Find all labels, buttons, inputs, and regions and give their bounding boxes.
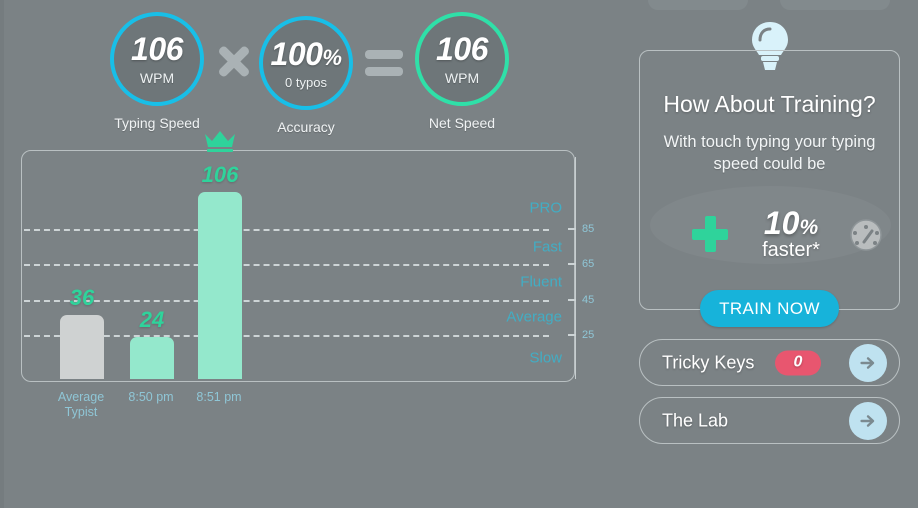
accuracy-typos: 0 typos xyxy=(285,74,327,90)
training-subtitle: With touch typing your typing speed coul… xyxy=(663,133,876,173)
chart-gridline-value: 25 xyxy=(582,328,595,341)
chart-gridline-value: 65 xyxy=(582,258,595,271)
chart-gridline-tick xyxy=(568,298,576,301)
chart-x-label: 8:50 pm xyxy=(128,390,174,404)
chart-gridline-value: 85 xyxy=(582,222,595,235)
net-speed-unit: WPM xyxy=(444,70,480,86)
tricky-keys-link[interactable]: Tricky Keys 0 xyxy=(639,339,900,386)
top-partial-card-left xyxy=(648,0,748,10)
chart-x-label: 8:51 pm xyxy=(196,390,242,404)
chart-plot-area: 85 65 45 25 PRO Fast Fluent Average Slow 36 24 106 xyxy=(22,130,594,381)
chart-bar xyxy=(130,336,174,379)
accuracy-value: 100 xyxy=(270,35,323,72)
chart-bar-value: 106 xyxy=(201,161,239,187)
net-speed-value: 106 xyxy=(436,31,488,67)
accuracy-value-wrap: 100% xyxy=(271,38,342,70)
speedometer-icon xyxy=(845,219,887,251)
boost-label: faster* xyxy=(762,239,820,261)
arrow-right-icon[interactable] xyxy=(849,343,887,382)
chart-vertical-axis xyxy=(575,157,576,379)
chart-bar-value: 36 xyxy=(69,285,95,311)
plus-icon xyxy=(692,216,728,252)
boost-value: 10 xyxy=(763,205,800,241)
chart-bar xyxy=(60,315,104,379)
tricky-keys-badge: 0 xyxy=(775,350,821,375)
training-card: How About Training? With touch typing yo… xyxy=(639,50,900,310)
metric-typing-speed: 106 WPM Typing Speed xyxy=(110,12,204,131)
typing-speed-caption: Typing Speed xyxy=(114,115,200,131)
equals-icon xyxy=(365,44,403,82)
chart-x-label: Average Typist xyxy=(57,390,105,419)
accuracy-caption: Accuracy xyxy=(277,119,335,135)
speed-history-chart: 85 65 45 25 PRO Fast Fluent Average Slow 36 24 106 xyxy=(21,130,594,382)
arrow-right-icon[interactable] xyxy=(849,401,887,440)
chart-bar-value: 24 xyxy=(139,306,165,332)
metric-net-speed: 106 WPM Net Speed xyxy=(415,12,509,131)
boost-percent-sign: % xyxy=(799,216,819,239)
chart-bar xyxy=(198,191,242,379)
top-partial-card-right xyxy=(780,0,890,10)
chart-gridline xyxy=(24,228,549,231)
accuracy-percent-sign: % xyxy=(322,44,342,70)
chart-zone-label: Slow xyxy=(529,349,562,367)
tricky-keys-label: Tricky Keys xyxy=(662,352,755,372)
typing-speed-unit: WPM xyxy=(139,70,175,86)
train-now-button[interactable]: TRAIN NOW xyxy=(700,290,839,327)
net-speed-caption: Net Speed xyxy=(428,115,496,131)
net-speed-ring: 106 WPM xyxy=(415,12,509,106)
chart-gridline xyxy=(24,264,549,267)
the-lab-label: The Lab xyxy=(662,410,729,430)
accuracy-ring: 100% 0 typos xyxy=(259,16,353,110)
training-title: How About Training? xyxy=(663,91,876,117)
typing-speed-value: 106 xyxy=(131,31,183,67)
crown-icon xyxy=(203,130,237,152)
typing-speed-ring: 106 WPM xyxy=(110,12,204,106)
chart-zone-label: Fluent xyxy=(520,273,562,291)
multiply-icon xyxy=(215,42,253,80)
results-page: 106 WPM Typing Speed 100% 0 typos Accura… xyxy=(0,0,918,508)
summary-metrics: 106 WPM Typing Speed 100% 0 typos Accura… xyxy=(95,4,555,144)
the-lab-link[interactable]: The Lab xyxy=(639,397,900,444)
chart-gridline-tick xyxy=(568,227,576,230)
metric-accuracy: 100% 0 typos Accuracy xyxy=(259,16,353,135)
chart-zone-label: PRO xyxy=(529,199,562,217)
chart-gridline-value: 45 xyxy=(582,293,595,306)
chart-zone-label: Fast xyxy=(532,238,562,255)
chart-gridline-tick xyxy=(568,333,576,336)
chart-gridline-tick xyxy=(568,263,576,266)
chart-zone-label: Average xyxy=(506,308,562,326)
